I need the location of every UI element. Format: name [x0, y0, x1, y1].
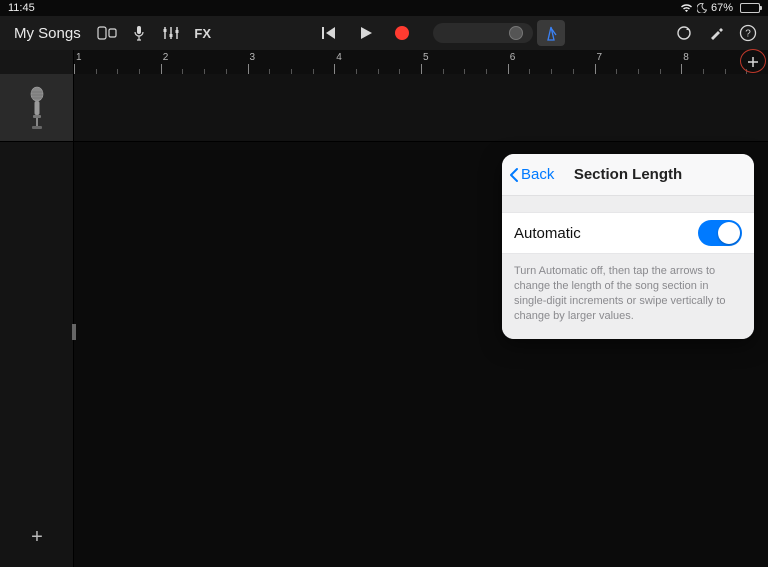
- ruler-bar-label: 2: [163, 52, 169, 63]
- play-button[interactable]: [359, 26, 373, 40]
- svg-text:?: ?: [745, 29, 751, 40]
- fx-button[interactable]: FX: [189, 20, 217, 46]
- track-header-column: +: [0, 74, 74, 567]
- ruler-bar-label: 6: [510, 52, 516, 63]
- ruler-bar-label: 3: [250, 52, 256, 63]
- ruler-bar-label: 8: [683, 52, 689, 63]
- loop-button[interactable]: [670, 20, 698, 46]
- timeline-ruler[interactable]: 1 2 3 4 5 6 7 8: [74, 50, 768, 74]
- ruler-bar-label: 1: [76, 52, 82, 63]
- battery-percent: 67%: [711, 2, 733, 14]
- moon-icon: [697, 3, 707, 13]
- help-button[interactable]: ?: [734, 20, 762, 46]
- track-header-audio[interactable]: [0, 74, 73, 142]
- metronome-button[interactable]: [537, 20, 565, 46]
- playhead-marker: [72, 324, 76, 340]
- track-lane[interactable]: [74, 74, 768, 142]
- status-bar: 11:45 67%: [0, 0, 768, 16]
- ruler-bar-label: 7: [597, 52, 603, 63]
- ruler-bar-label: 4: [336, 52, 342, 63]
- workspace: + Back Section Length Automatic Turn Aut…: [0, 74, 768, 567]
- clock: 11:45: [8, 2, 35, 14]
- main-toolbar: My Songs FX ?: [0, 16, 768, 50]
- back-button[interactable]: Back: [502, 166, 554, 183]
- add-track-button[interactable]: +: [0, 526, 74, 549]
- track-view-button[interactable]: [93, 20, 121, 46]
- add-section-button[interactable]: [742, 52, 764, 72]
- microphone-track-icon: [26, 86, 48, 130]
- record-button[interactable]: [395, 26, 409, 40]
- wifi-icon: [680, 3, 693, 13]
- settings-button[interactable]: [702, 20, 730, 46]
- timeline-ruler-row: 1 2 3 4 5 6 7 8: [0, 50, 768, 74]
- automatic-switch[interactable]: [698, 220, 742, 246]
- automatic-row: Automatic: [502, 212, 754, 254]
- battery-icon: [737, 3, 760, 13]
- ruler-bar-label: 5: [423, 52, 429, 63]
- section-length-popover: Back Section Length Automatic Turn Autom…: [502, 154, 754, 339]
- microphone-button[interactable]: [125, 20, 153, 46]
- chevron-left-icon: [508, 167, 519, 183]
- mixer-button[interactable]: [157, 20, 185, 46]
- automatic-label: Automatic: [514, 225, 581, 242]
- plus-icon: +: [31, 526, 43, 549]
- rewind-button[interactable]: [321, 26, 337, 40]
- master-volume-slider[interactable]: [433, 23, 533, 43]
- transport-controls: [321, 26, 409, 40]
- popover-description: Turn Automatic off, then tap the arrows …: [502, 254, 754, 339]
- my-songs-button[interactable]: My Songs: [14, 25, 81, 42]
